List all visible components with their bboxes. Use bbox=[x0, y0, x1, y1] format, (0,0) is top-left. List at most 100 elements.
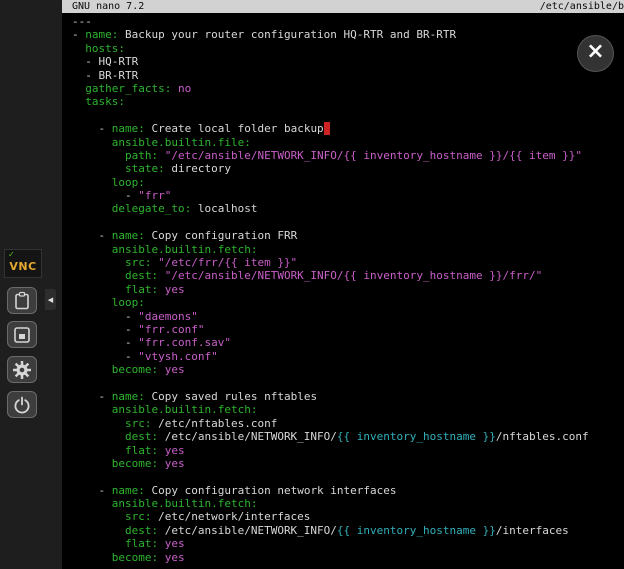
terminal-line: src: /etc/network/interfaces bbox=[72, 510, 624, 523]
code-segment bbox=[158, 283, 165, 296]
code-segment: - bbox=[72, 323, 138, 336]
code-segment: localhost bbox=[191, 202, 257, 215]
code-segment: name: bbox=[112, 229, 145, 242]
code-segment: "/etc/ansible/NETWORK_INFO/{{ inventory_… bbox=[165, 269, 543, 282]
code-segment: - bbox=[72, 28, 85, 41]
code-segment: /etc/ansible/NETWORK_INFO/ bbox=[158, 524, 337, 537]
clipboard-icon bbox=[12, 291, 32, 311]
code-segment bbox=[72, 82, 85, 95]
code-segment bbox=[72, 537, 125, 550]
code-segment: yes bbox=[165, 363, 185, 376]
code-segment bbox=[158, 149, 165, 162]
terminal-line bbox=[72, 216, 624, 229]
code-segment bbox=[158, 551, 165, 564]
code-segment: yes bbox=[165, 283, 185, 296]
code-segment bbox=[72, 430, 125, 443]
code-segment bbox=[72, 551, 112, 564]
code-segment: /nftables.conf bbox=[496, 430, 589, 443]
code-segment bbox=[158, 444, 165, 457]
code-segment: - bbox=[72, 229, 112, 242]
code-segment: dest: bbox=[125, 269, 158, 282]
nano-titlebar: GNU nano 7.2 /etc/ansible/b bbox=[62, 0, 624, 13]
terminal-line: - name: Copy saved rules nftables bbox=[72, 390, 624, 403]
code-segment bbox=[72, 95, 85, 108]
fullscreen-icon bbox=[12, 325, 32, 345]
code-segment bbox=[72, 136, 112, 149]
code-segment: ansible.builtin.fetch: bbox=[112, 497, 258, 510]
code-segment: - HQ-RTR bbox=[72, 55, 138, 68]
text-cursor bbox=[324, 122, 331, 135]
terminal-line: gather_facts: no bbox=[72, 82, 624, 95]
code-segment bbox=[72, 149, 125, 162]
code-segment: flat: bbox=[125, 444, 158, 457]
code-segment: yes bbox=[165, 444, 185, 457]
terminal-line: - name: Create local folder backup bbox=[72, 122, 624, 135]
terminal-line: - "vtysh.conf" bbox=[72, 350, 624, 363]
code-segment: gather_facts: bbox=[85, 82, 171, 95]
code-segment: "/etc/ansible/NETWORK_INFO/{{ inventory_… bbox=[165, 149, 582, 162]
code-segment bbox=[72, 42, 85, 55]
code-segment: dest: bbox=[125, 524, 158, 537]
terminal-window[interactable]: GNU nano 7.2 /etc/ansible/b ---- name: B… bbox=[62, 0, 624, 569]
code-segment bbox=[158, 363, 165, 376]
settings-button[interactable] bbox=[7, 356, 37, 383]
code-segment: become: bbox=[112, 551, 158, 564]
code-segment: directory bbox=[165, 162, 231, 175]
code-segment: Copy saved rules nftables bbox=[145, 390, 317, 403]
code-segment: loop: bbox=[112, 296, 145, 309]
code-segment bbox=[171, 82, 178, 95]
code-segment bbox=[158, 537, 165, 550]
vnc-logo: ✓ VNC bbox=[4, 249, 42, 278]
code-segment: no bbox=[178, 82, 191, 95]
power-button[interactable] bbox=[7, 391, 37, 418]
code-segment: yes bbox=[165, 551, 185, 564]
code-segment: "daemons" bbox=[138, 310, 198, 323]
code-segment: name: bbox=[112, 390, 145, 403]
code-segment bbox=[72, 296, 112, 309]
terminal-line: flat: yes bbox=[72, 283, 624, 296]
control-bar-handle[interactable]: ◀ bbox=[45, 289, 56, 310]
code-segment: become: bbox=[112, 363, 158, 376]
terminal-line: - BR-RTR bbox=[72, 69, 624, 82]
power-icon bbox=[12, 395, 32, 415]
close-button[interactable]: × bbox=[577, 35, 614, 72]
terminal-line: become: yes bbox=[72, 551, 624, 564]
code-segment: - bbox=[72, 310, 138, 323]
code-segment: src: bbox=[125, 510, 152, 523]
code-segment bbox=[72, 162, 125, 175]
code-segment: yes bbox=[165, 457, 185, 470]
terminal-line: - name: Copy configuration network inter… bbox=[72, 484, 624, 497]
code-segment bbox=[158, 269, 165, 282]
code-segment bbox=[72, 403, 112, 416]
terminal-line: dest: "/etc/ansible/NETWORK_INFO/{{ inve… bbox=[72, 269, 624, 282]
terminal-line: - "frr.conf" bbox=[72, 323, 624, 336]
terminal-line bbox=[72, 377, 624, 390]
code-segment: ansible.builtin.file: bbox=[112, 136, 251, 149]
terminal-line: state: directory bbox=[72, 162, 624, 175]
code-segment: Copy configuration FRR bbox=[145, 229, 297, 242]
code-segment: - bbox=[72, 336, 138, 349]
code-segment: - bbox=[72, 350, 138, 363]
clipboard-button[interactable] bbox=[7, 287, 37, 314]
terminal-line: hosts: bbox=[72, 42, 624, 55]
terminal-line: become: yes bbox=[72, 457, 624, 470]
nano-app-version: GNU nano 7.2 bbox=[62, 1, 144, 12]
terminal-line: - "frr.conf.sav" bbox=[72, 336, 624, 349]
terminal-line: ansible.builtin.fetch: bbox=[72, 403, 624, 416]
terminal-line: ansible.builtin.fetch: bbox=[72, 243, 624, 256]
code-segment: Copy configuration network interfaces bbox=[145, 484, 397, 497]
terminal-lines: ---- name: Backup your router configurat… bbox=[72, 15, 624, 569]
code-segment: - BR-RTR bbox=[72, 69, 138, 82]
code-segment: ansible.builtin.fetch: bbox=[112, 243, 258, 256]
terminal-line: ansible.builtin.file: bbox=[72, 136, 624, 149]
vnc-logo-text: VNC bbox=[9, 260, 36, 273]
code-segment: "frr.conf" bbox=[138, 323, 204, 336]
fullscreen-button[interactable] bbox=[7, 321, 37, 348]
code-segment bbox=[72, 243, 112, 256]
code-segment: Backup your router configuration HQ-RTR … bbox=[118, 28, 456, 41]
code-segment: name: bbox=[112, 122, 145, 135]
terminal-line: - "frr" bbox=[72, 189, 624, 202]
code-segment: path: bbox=[125, 149, 158, 162]
code-segment: hosts: bbox=[85, 42, 125, 55]
code-segment: loop: bbox=[112, 176, 145, 189]
